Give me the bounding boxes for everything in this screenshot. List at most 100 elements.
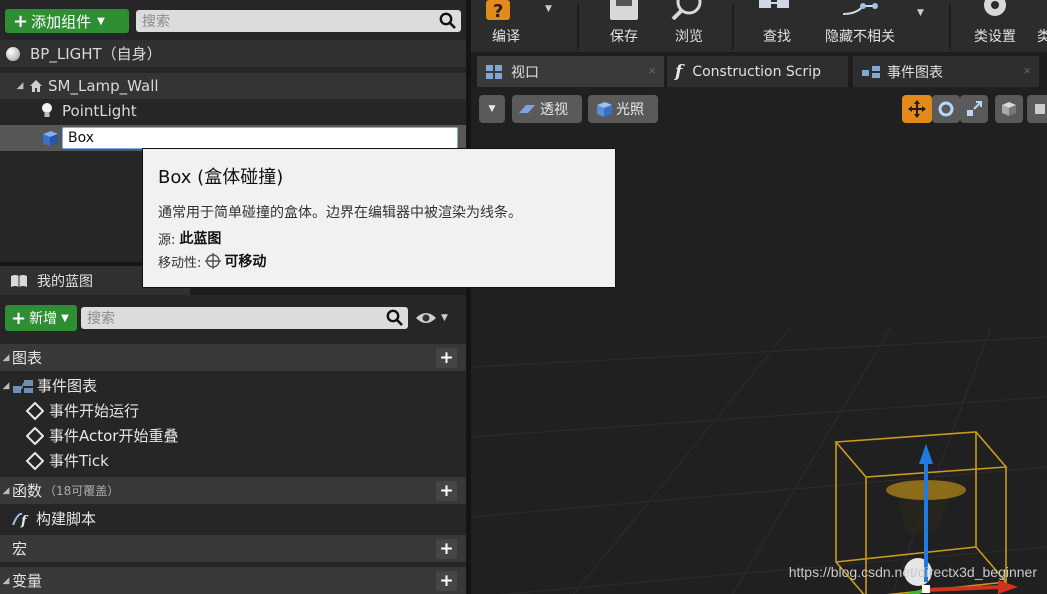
find-button[interactable]: 查找 (751, 0, 803, 52)
event-diamond-icon (26, 401, 44, 420)
collapse-triangle-icon: ◢ (2, 352, 10, 363)
translate-tool-button[interactable] (902, 95, 932, 123)
function-label: 构建脚本 (36, 510, 97, 528)
function-icon: f (12, 512, 29, 528)
perspective-label: 透视 (540, 102, 568, 118)
component-root-item[interactable]: BP_LIGHT（自身） (0, 40, 466, 67)
hide-unrelated-button[interactable]: 隐藏不相关 (817, 0, 903, 52)
world-local-toggle[interactable] (995, 95, 1023, 123)
close-icon[interactable]: ✕ (648, 67, 656, 77)
browse-label: 浏览 (675, 29, 703, 45)
static-mesh-icon (30, 80, 42, 92)
move-icon (908, 100, 926, 118)
compile-button[interactable]: ? 编译 (479, 0, 533, 52)
event-graph-icon (13, 379, 33, 393)
rotate-icon (938, 101, 954, 117)
class-settings-button[interactable]: 类设置 (967, 0, 1023, 52)
graph-label: 事件图表 (37, 377, 98, 395)
event-item[interactable]: 事件开始运行 (0, 398, 466, 423)
tooltip-mobility-key: 移动性: (158, 255, 202, 271)
event-item[interactable]: 事件Tick (0, 448, 466, 473)
function-icon: f (675, 61, 683, 82)
cube-icon (1002, 102, 1016, 116)
editor-area: ? 编译 ▼ 保存 浏览 查找 隐藏不相关 ▼ 类设置 类 视口 ✕ f Con… (471, 0, 1047, 594)
compile-options-dropdown[interactable]: ▼ (545, 4, 552, 14)
add-graph-button[interactable]: + (436, 347, 457, 368)
close-icon[interactable]: ✕ (1023, 67, 1031, 77)
chevron-down-icon: ▼ (61, 312, 69, 324)
graph-item-event-graph[interactable]: ◢ 事件图表 (0, 373, 466, 398)
category-label: 图表 (12, 349, 43, 367)
view-options-button[interactable]: ▼ (415, 309, 455, 327)
save-icon (610, 0, 638, 20)
component-tooltip: Box (盒体碰撞) 通常用于简单碰撞的盒体。边界在编辑器中被渲染为线条。 源:… (142, 148, 616, 288)
class-defaults-button[interactable]: 类 (1037, 0, 1047, 52)
tooltip-mobility-value: 可移动 (224, 254, 267, 270)
lightbulb-icon (42, 103, 52, 117)
plus-icon: + (11, 307, 27, 329)
category-label: 宏 (12, 540, 28, 558)
tab-event-graph[interactable]: 事件图表 ✕ (853, 56, 1039, 87)
viewport-options-dropdown[interactable]: ▼ (479, 95, 505, 123)
book-icon (11, 274, 27, 287)
add-function-button[interactable]: + (436, 480, 457, 501)
box-collision-icon (43, 131, 58, 146)
category-variables[interactable]: ◢ 变量 + (0, 567, 466, 594)
tooltip-description: 通常用于简单碰撞的盒体。边界在编辑器中被渲染为线条。 (158, 205, 522, 221)
collapse-triangle-icon: ◢ (2, 575, 10, 586)
toolbar-separator (577, 4, 579, 50)
collapse-triangle-icon: ◢ (16, 81, 24, 91)
component-item-sm-lamp-wall[interactable]: ◢ SM_Lamp_Wall (0, 73, 466, 99)
event-label: 事件开始运行 (49, 402, 140, 420)
scale-tool-button[interactable] (960, 95, 988, 123)
editor-tabs: 视口 ✕ f Construction Scrip 事件图表 ✕ (471, 56, 1047, 87)
sphere-icon (6, 46, 20, 61)
category-graphs[interactable]: ◢ 图表 + (0, 344, 466, 371)
find-label: 查找 (763, 29, 791, 45)
lit-button[interactable]: 光照 (588, 95, 658, 123)
hide-unrelated-dropdown[interactable]: ▼ (917, 8, 924, 18)
viewport-icon (486, 64, 502, 79)
tooltip-source-key: 源: (158, 232, 176, 248)
plus-icon: + (13, 10, 29, 32)
component-root-label: BP_LIGHT（自身） (30, 45, 162, 63)
add-macro-button[interactable]: + (436, 538, 457, 559)
component-item-pointlight[interactable]: PointLight (0, 98, 466, 124)
scale-icon (967, 101, 982, 116)
class-defaults-label: 类 (1037, 29, 1047, 45)
save-label: 保存 (610, 29, 638, 45)
add-component-label: 添加组件 (31, 12, 92, 31)
new-button[interactable]: + 新增 ▼ (5, 305, 77, 331)
function-item-construction-script[interactable]: f 构建脚本 (0, 506, 466, 531)
component-label: PointLight (62, 102, 137, 120)
svg-text:f: f (20, 514, 29, 528)
tab-construction-script[interactable]: f Construction Scrip (667, 56, 848, 87)
rotate-tool-button[interactable] (932, 95, 960, 123)
browse-button[interactable]: 浏览 (663, 0, 715, 52)
components-search-input[interactable]: 搜索 (136, 10, 461, 32)
event-label: 事件Tick (49, 452, 109, 470)
component-rename-input[interactable]: Box (62, 127, 458, 149)
snap-toggle[interactable] (1027, 95, 1047, 123)
add-component-button[interactable]: + 添加组件 ▼ (5, 9, 129, 33)
hide-unrelated-label: 隐藏不相关 (825, 29, 895, 45)
compile-icon: ? (486, 0, 510, 22)
toolbar-separator (732, 4, 734, 50)
category-macros[interactable]: 宏 + (0, 535, 466, 562)
category-label: 变量 (12, 572, 43, 590)
my-blueprint-search-input[interactable]: 搜索 (81, 307, 408, 329)
tab-label: 视口 (511, 64, 539, 81)
add-variable-button[interactable]: + (436, 570, 457, 591)
hide-unrelated-icon (842, 3, 878, 15)
event-diamond-icon (26, 426, 44, 445)
event-diamond-icon (26, 451, 44, 470)
components-panel: + 添加组件 ▼ 搜索 BP_LIGHT（自身） ◢ SM_Lamp_Wall … (0, 0, 466, 594)
tooltip-source-value: 此蓝图 (179, 231, 222, 247)
save-button[interactable]: 保存 (599, 0, 649, 52)
eye-icon (416, 313, 436, 323)
event-item[interactable]: 事件Actor开始重叠 (0, 423, 466, 448)
category-functions[interactable]: ◢ 函数 （18可覆盖） + (0, 477, 466, 504)
tooltip-mobility-line: 移动性: 可移动 (158, 251, 266, 271)
perspective-button[interactable]: 透视 (512, 95, 582, 123)
tab-viewport[interactable]: 视口 ✕ (477, 56, 664, 87)
